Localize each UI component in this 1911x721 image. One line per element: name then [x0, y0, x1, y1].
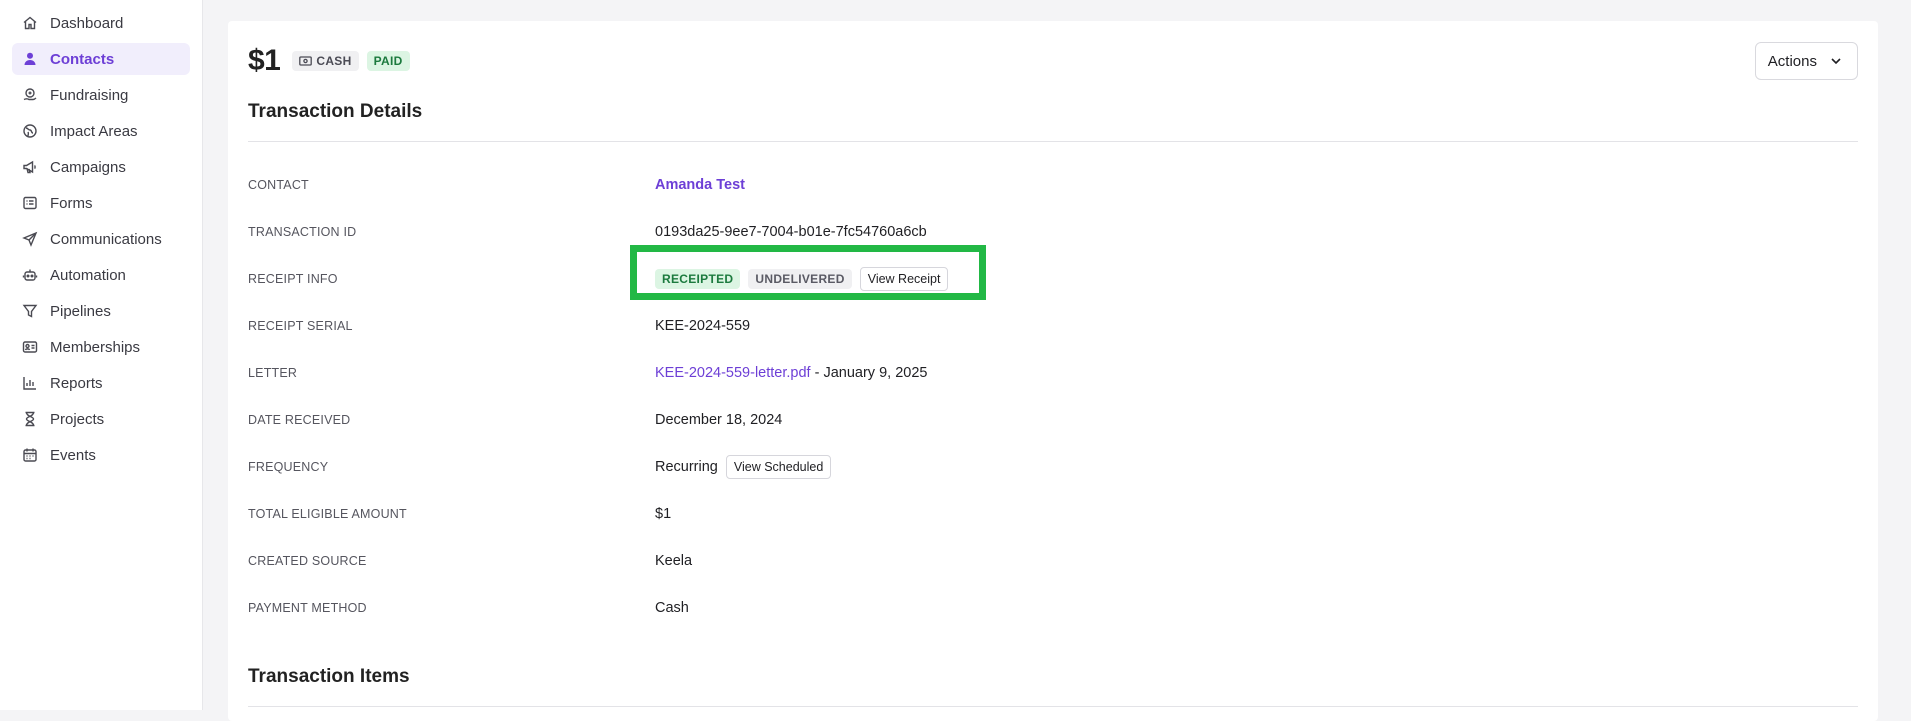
home-icon: [22, 15, 38, 31]
detail-label: TRANSACTION ID: [248, 224, 357, 239]
receipt-serial-value: KEE-2024-559: [655, 317, 751, 334]
eligible-amount-value: $1: [655, 505, 672, 522]
cash-icon: [299, 56, 313, 66]
detail-label: LETTER: [248, 365, 298, 380]
section-title-details: Transaction Details: [248, 101, 423, 122]
sidebar-item-label: Pipelines: [50, 302, 111, 320]
sidebar-item-label: Dashboard: [50, 14, 124, 32]
sidebar-item-label: Memberships: [50, 338, 141, 356]
receipted-badge: RECEIPTED: [655, 268, 741, 289]
date-received-value: December 18, 2024: [655, 411, 783, 428]
transaction-card: $1 CASH PAID Actions Transaction Details…: [228, 21, 1878, 721]
sidebar-item-dashboard[interactable]: Dashboard: [12, 7, 190, 39]
detail-row-date-received: DATE RECEIVED December 18, 2024: [248, 396, 1858, 443]
transaction-id-value: 0193da25-9ee7-7004-b01e-7fc54760a6cb: [655, 223, 927, 240]
chevron-down-icon: [1831, 58, 1841, 65]
sidebar-item-events[interactable]: Events: [12, 439, 190, 471]
transaction-header: $1 CASH PAID Actions: [248, 41, 1858, 81]
actions-button[interactable]: Actions: [1754, 42, 1858, 80]
sidebar-item-label: Forms: [50, 194, 93, 212]
section-title-items: Transaction Items: [248, 666, 410, 687]
sidebar-item-impact-areas[interactable]: Impact Areas: [12, 115, 190, 147]
sidebar-item-label: Communications: [50, 230, 162, 248]
megaphone-icon: [22, 159, 38, 175]
view-scheduled-button[interactable]: View Scheduled: [725, 454, 832, 479]
detail-row-receipt-info: RECEIPT INFO RECEIPTED UNDELIVERED View …: [248, 255, 1858, 302]
payment-method-badge-label: CASH: [316, 54, 352, 68]
letter-file-link[interactable]: KEE-2024-559-letter.pdf: [655, 365, 811, 381]
detail-row-contact: CONTACT Amanda Test: [248, 161, 1858, 208]
form-icon: [22, 195, 38, 211]
view-receipt-button[interactable]: View Receipt: [859, 266, 949, 291]
filter-icon: [22, 303, 38, 319]
sidebar-item-forms[interactable]: Forms: [12, 187, 190, 219]
hourglass-icon: [22, 411, 38, 427]
donation-icon: [22, 87, 38, 103]
sidebar-item-campaigns[interactable]: Campaigns: [12, 151, 190, 183]
sidebar-item-memberships[interactable]: Memberships: [12, 331, 190, 363]
detail-row-eligible-amount: TOTAL ELIGIBLE AMOUNT $1: [248, 490, 1858, 537]
id-card-icon: [22, 339, 38, 355]
detail-label: DATE RECEIVED: [248, 412, 351, 427]
created-source-value: Keela: [655, 552, 693, 569]
contact-link[interactable]: Amanda Test: [655, 177, 745, 193]
sidebar-item-automation[interactable]: Automation: [12, 259, 190, 291]
detail-label: RECEIPT INFO: [248, 271, 338, 286]
sidebar: Dashboard Contacts Fundraising Impact Ar…: [0, 0, 203, 710]
payment-method-badge: CASH: [292, 51, 359, 71]
sidebar-item-label: Automation: [50, 266, 126, 284]
detail-label: FREQUENCY: [248, 459, 329, 474]
sidebar-item-fundraising[interactable]: Fundraising: [12, 79, 190, 111]
detail-row-frequency: FREQUENCY Recurring View Scheduled: [248, 443, 1858, 490]
detail-row-receipt-serial: RECEIPT SERIAL KEE-2024-559: [248, 302, 1858, 349]
sidebar-item-label: Campaigns: [50, 158, 126, 176]
sidebar-item-label: Impact Areas: [50, 122, 138, 140]
divider: [248, 141, 1858, 142]
detail-label: TOTAL ELIGIBLE AMOUNT: [248, 506, 407, 521]
payment-method-value: Cash: [655, 599, 689, 616]
sidebar-item-label: Projects: [50, 410, 105, 428]
detail-row-transaction-id: TRANSACTION ID 0193da25-9ee7-7004-b01e-7…: [248, 208, 1858, 255]
sidebar-item-projects[interactable]: Projects: [12, 403, 190, 435]
globe-icon: [22, 123, 38, 139]
paper-plane-icon: [22, 231, 38, 247]
bar-chart-icon: [22, 375, 38, 391]
letter-date: - January 9, 2025: [810, 364, 928, 381]
frequency-value: Recurring: [655, 458, 718, 475]
transaction-amount: $1: [248, 44, 281, 77]
detail-label: CREATED SOURCE: [248, 553, 367, 568]
detail-row-created-source: CREATED SOURCE Keela: [248, 537, 1858, 584]
sidebar-item-communications[interactable]: Communications: [12, 223, 190, 255]
sidebar-item-label: Fundraising: [50, 86, 129, 104]
transaction-details: CONTACT Amanda Test TRANSACTION ID 0193d…: [248, 161, 1858, 631]
sidebar-item-label: Reports: [50, 374, 103, 392]
undelivered-badge: UNDELIVERED: [748, 268, 852, 289]
detail-label: CONTACT: [248, 177, 309, 192]
detail-row-letter: LETTER KEE-2024-559-letter.pdf - January…: [248, 349, 1858, 396]
status-badge: PAID: [366, 51, 410, 71]
calendar-icon: [22, 447, 38, 463]
sidebar-item-label: Events: [50, 446, 96, 464]
actions-button-label: Actions: [1767, 52, 1817, 70]
divider: [248, 706, 1858, 707]
detail-label: RECEIPT SERIAL: [248, 318, 353, 333]
detail-label: PAYMENT METHOD: [248, 600, 367, 615]
sidebar-item-contacts[interactable]: Contacts: [12, 43, 190, 75]
detail-row-payment-method: PAYMENT METHOD Cash: [248, 584, 1858, 631]
robot-icon: [22, 267, 38, 283]
sidebar-item-label: Contacts: [50, 50, 115, 68]
person-icon: [22, 51, 38, 67]
sidebar-item-pipelines[interactable]: Pipelines: [12, 295, 190, 327]
sidebar-item-reports[interactable]: Reports: [12, 367, 190, 399]
